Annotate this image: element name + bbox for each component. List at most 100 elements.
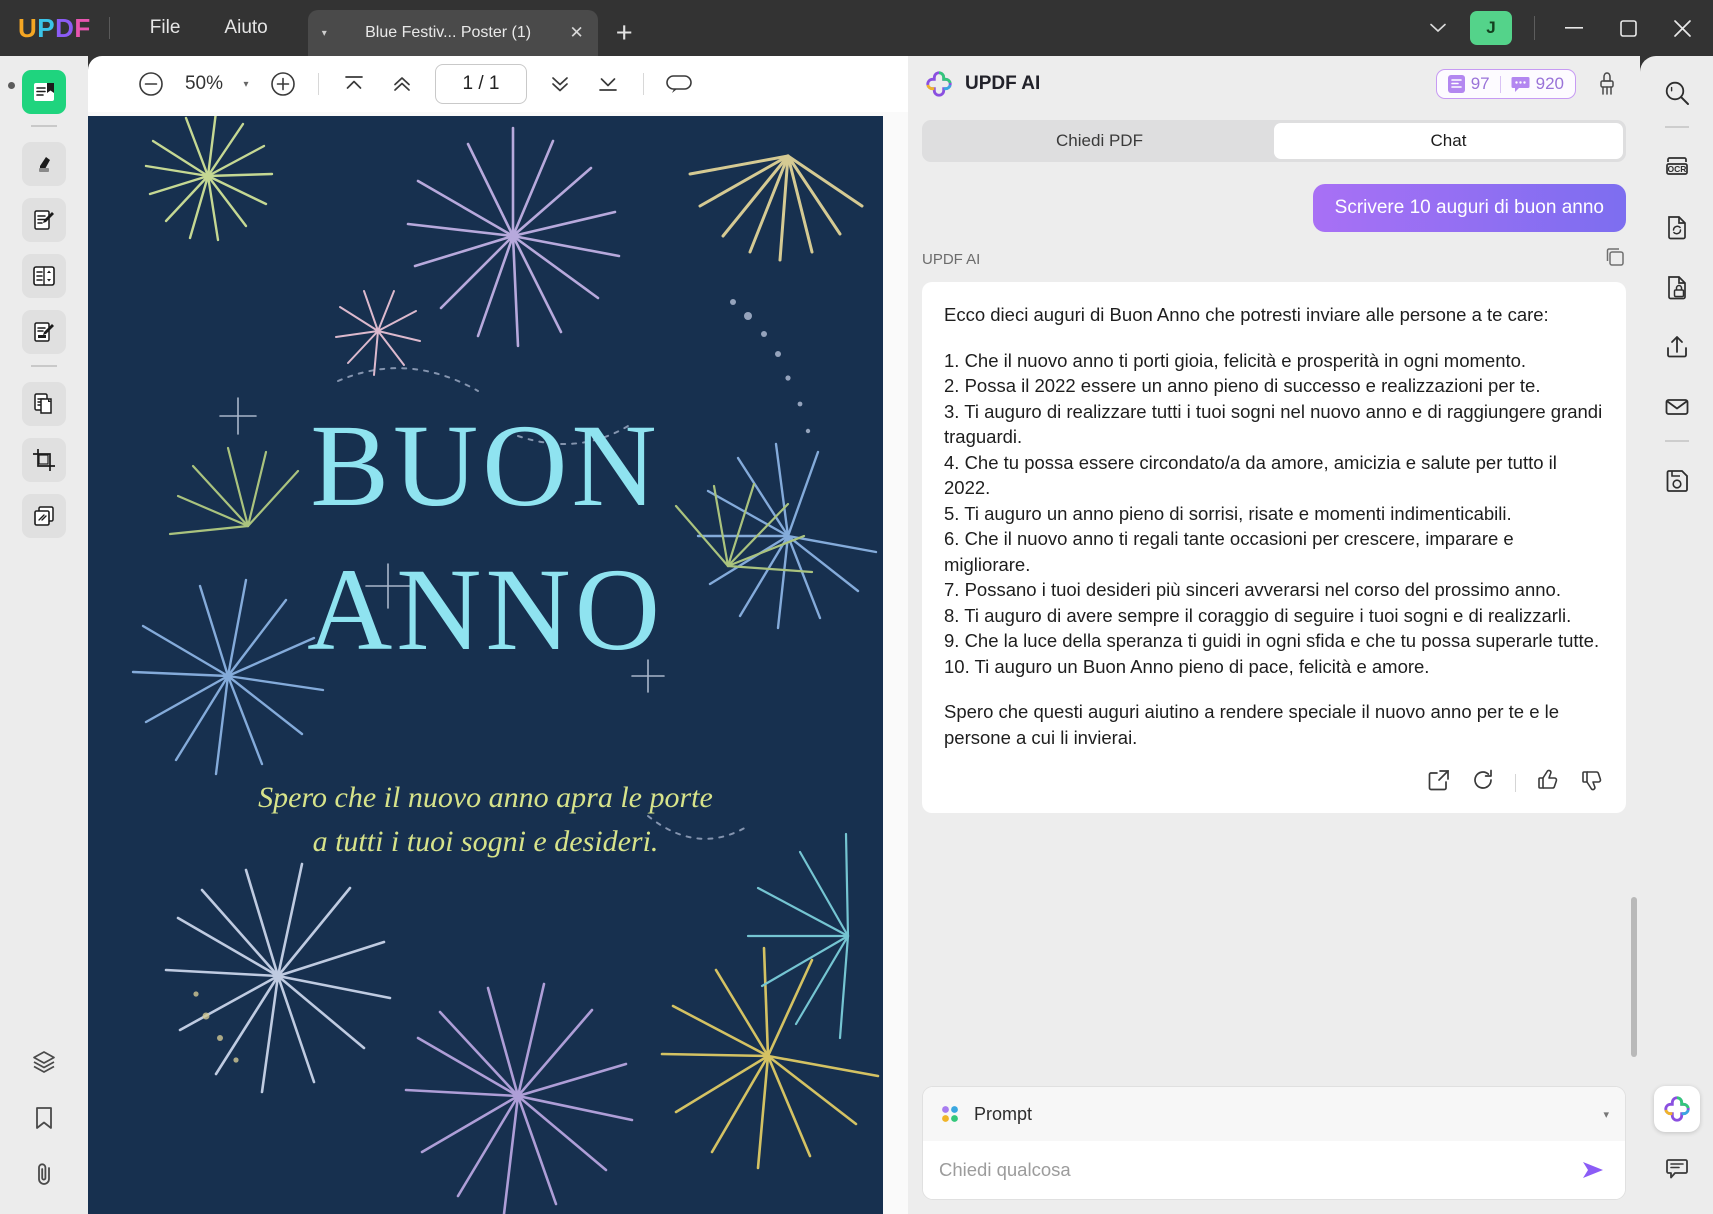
prev-page-button[interactable] bbox=[379, 61, 425, 107]
assistant-intro: Ecco dieci auguri di Buon Anno che potre… bbox=[944, 304, 1549, 325]
sidebar-item-fill-sign[interactable] bbox=[22, 310, 66, 354]
prompt-selector-row[interactable]: Prompt ▾ bbox=[923, 1087, 1625, 1141]
prompt-label: Prompt bbox=[974, 1103, 1033, 1124]
comment-icon[interactable] bbox=[1655, 1146, 1699, 1192]
poster-page: BUON ANNO Spero che il nuovo anno apra l… bbox=[88, 116, 883, 1214]
tab-chat[interactable]: Chat bbox=[1274, 123, 1623, 159]
document-tab[interactable]: ▾ Blue Festiv... Poster (1) ✕ bbox=[307, 10, 598, 56]
chat-credits: 920 bbox=[1511, 74, 1564, 94]
copy-icon[interactable] bbox=[1604, 246, 1626, 272]
ai-credits-badge[interactable]: 97 920 bbox=[1435, 69, 1576, 99]
minimize-button[interactable] bbox=[1547, 0, 1601, 56]
toolbar-divider-2 bbox=[643, 73, 644, 95]
assistant-item-4: 4. Che tu possa essere circondato/a da a… bbox=[944, 451, 1557, 499]
share-icon[interactable] bbox=[1655, 324, 1699, 370]
sidebar-item-crop[interactable] bbox=[22, 438, 66, 482]
svg-text:OCR: OCR bbox=[1667, 164, 1686, 174]
clear-chat-brush-icon[interactable] bbox=[1590, 71, 1624, 97]
document-viewer[interactable]: BUON ANNO Spero che il nuovo anno apra l… bbox=[88, 112, 908, 1214]
tab-ask-pdf[interactable]: Chiedi PDF bbox=[925, 123, 1274, 159]
last-page-button[interactable] bbox=[585, 61, 631, 107]
prompt-chevron-down-icon[interactable]: ▾ bbox=[1603, 1108, 1609, 1121]
menu-file[interactable]: File bbox=[128, 11, 203, 45]
sidebar-item-attachment[interactable] bbox=[22, 1152, 66, 1196]
page-indicator[interactable]: 1 / 1 bbox=[435, 64, 527, 104]
avatar[interactable]: J bbox=[1470, 11, 1512, 45]
send-icon[interactable] bbox=[1577, 1158, 1609, 1182]
chat-scroll-area[interactable]: Scrivere 10 auguri di buon anno UPDF AI … bbox=[908, 162, 1640, 1080]
sidebar-item-batch[interactable] bbox=[22, 494, 66, 538]
zoom-dropdown-icon[interactable]: ▾ bbox=[234, 79, 258, 90]
document-credit-icon bbox=[1447, 75, 1465, 93]
export-icon[interactable] bbox=[1427, 768, 1451, 797]
assistant-item-8: 8. Ti auguro di avere sempre il coraggio… bbox=[944, 604, 1572, 626]
poster-subtitle-line2: a tutti i tuoi sogni e desideri. bbox=[312, 824, 659, 858]
assistant-item-7: 7. Possano i tuoi desideri più sinceri a… bbox=[944, 579, 1561, 601]
save-icon[interactable] bbox=[1655, 458, 1699, 504]
right-rail-divider-1 bbox=[1664, 126, 1689, 128]
titlebar-divider bbox=[108, 17, 110, 39]
titlebar-divider-2 bbox=[1534, 16, 1535, 40]
tab-strip: ▾ Blue Festiv... Poster (1) ✕ + bbox=[307, 0, 633, 56]
ai-mode-tabs: Chiedi PDF Chat bbox=[922, 120, 1626, 162]
sidebar-item-bookmark[interactable] bbox=[22, 1096, 66, 1140]
sidebar-item-organize-pages[interactable] bbox=[22, 254, 66, 298]
ocr-icon[interactable]: OCR bbox=[1655, 144, 1699, 190]
logo-letter-d: D bbox=[55, 12, 75, 43]
search-icon[interactable] bbox=[1655, 70, 1699, 116]
assistant-outro: Spero che questi auguri aiutino a render… bbox=[944, 701, 1560, 748]
app-window: U P D F File Aiuto ▾ Blue Festiv... Post… bbox=[0, 0, 1713, 1214]
protect-icon[interactable] bbox=[1655, 264, 1699, 310]
zoom-in-button[interactable] bbox=[260, 61, 306, 107]
updf-logo: U P D F bbox=[18, 13, 91, 44]
ask-input-row bbox=[923, 1141, 1625, 1199]
close-button[interactable] bbox=[1655, 0, 1709, 56]
new-tab-button[interactable]: + bbox=[616, 17, 633, 50]
chat-scrollbar-thumb[interactable] bbox=[1631, 897, 1637, 1057]
sidebar-item-edit-pdf[interactable] bbox=[22, 198, 66, 242]
thumbs-down-icon[interactable] bbox=[1580, 768, 1604, 797]
zoom-out-button[interactable] bbox=[128, 61, 174, 107]
zoom-level-value[interactable]: 50% bbox=[176, 73, 232, 95]
rail-divider-1 bbox=[31, 125, 57, 127]
assistant-item-5: 5. Ti auguro un anno pieno di sorrisi, r… bbox=[944, 502, 1512, 524]
ask-input[interactable] bbox=[939, 1159, 1577, 1181]
document-credits: 97 bbox=[1447, 74, 1490, 94]
assistant-item-1: 1. Che il nuovo anno ti porti gioia, fel… bbox=[944, 349, 1527, 371]
assistant-name: UPDF AI bbox=[922, 250, 981, 268]
title-bar: U P D F File Aiuto ▾ Blue Festiv... Post… bbox=[0, 0, 1713, 56]
chat-credit-count: 920 bbox=[1535, 74, 1564, 93]
menu-aiuto[interactable]: Aiuto bbox=[202, 11, 289, 45]
right-rail-divider-2 bbox=[1664, 440, 1689, 442]
assistant-item-3: 3. Ti auguro di realizzare tutti i tuoi … bbox=[944, 400, 1603, 448]
maximize-button[interactable] bbox=[1601, 0, 1655, 56]
user-message-bubble: Scrivere 10 auguri di buon anno bbox=[1312, 184, 1626, 232]
right-tool-rail: OCR bbox=[1640, 56, 1713, 1214]
prompt-composer: Prompt ▾ bbox=[922, 1086, 1626, 1200]
ai-panel-header: UPDF AI 97 920 bbox=[908, 56, 1640, 112]
logo-letter-p: P bbox=[37, 12, 56, 43]
poster-title: BUON ANNO bbox=[88, 394, 883, 682]
regenerate-icon[interactable] bbox=[1471, 768, 1495, 797]
chevron-down-icon[interactable] bbox=[1416, 20, 1460, 37]
sidebar-item-reader[interactable] bbox=[22, 70, 66, 114]
ai-panel-title: UPDF AI bbox=[965, 73, 1041, 94]
assistant-item-9: 9. Che la luce della speranza ti guidi i… bbox=[944, 630, 1600, 652]
next-page-button[interactable] bbox=[537, 61, 583, 107]
sidebar-item-highlight[interactable] bbox=[22, 142, 66, 186]
logo-letter-u: U bbox=[18, 12, 38, 43]
tab-dropdown-icon[interactable]: ▾ bbox=[322, 28, 327, 39]
sidebar-item-convert[interactable] bbox=[22, 382, 66, 426]
sidebar-item-layers[interactable] bbox=[22, 1040, 66, 1084]
updf-ai-icon[interactable] bbox=[1653, 1086, 1700, 1132]
view-mode-button[interactable] bbox=[656, 61, 702, 107]
convert-icon[interactable] bbox=[1655, 204, 1699, 250]
poster-title-line1: BUON bbox=[310, 400, 661, 531]
email-icon[interactable] bbox=[1655, 384, 1699, 430]
tab-title: Blue Festiv... Poster (1) bbox=[365, 24, 532, 41]
first-page-button[interactable] bbox=[331, 61, 377, 107]
thumbs-up-icon[interactable] bbox=[1536, 768, 1560, 797]
tab-close-icon[interactable]: ✕ bbox=[569, 23, 583, 43]
credits-divider bbox=[1499, 75, 1501, 93]
ai-panel: UPDF AI 97 920 Chiedi PDF Chat Scrivere … bbox=[908, 56, 1640, 1214]
